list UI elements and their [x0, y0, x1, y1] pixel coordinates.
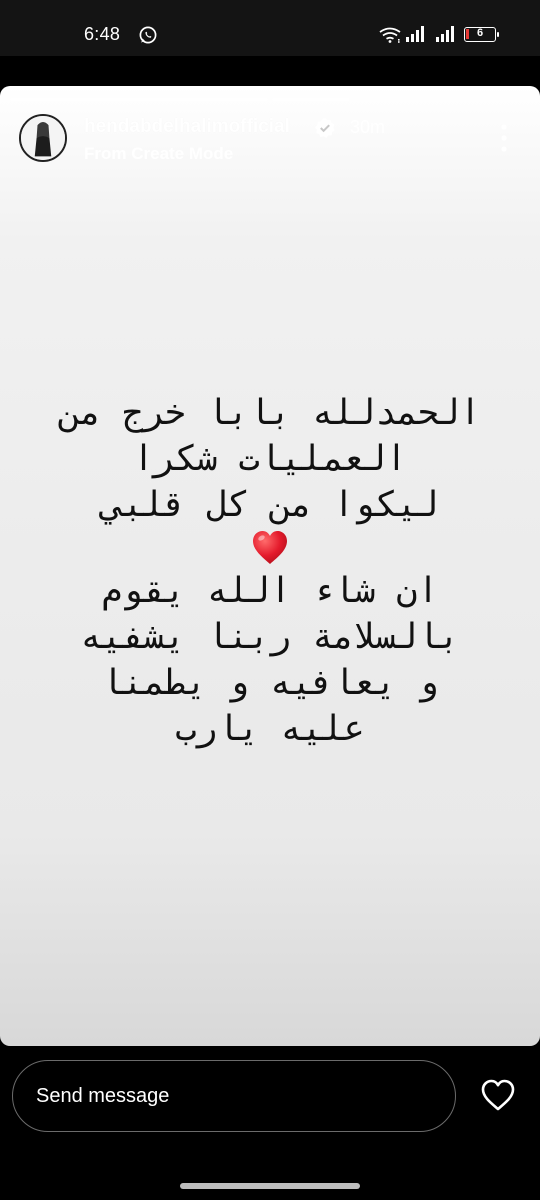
story-progress-fill	[272, 98, 350, 101]
story-screen: 6:48 6 hendabdelhalimofficial 30m From C…	[0, 0, 540, 1200]
more-vertical-icon[interactable]	[494, 122, 514, 154]
heart-outline-icon[interactable]	[480, 1078, 516, 1112]
story-text-line: و يعافيه و يطمنا	[101, 663, 439, 703]
story-text-line: الحمدلله بابا خرج من	[59, 393, 481, 433]
story-text-line: عليه يارب	[175, 709, 365, 749]
send-message-input[interactable]: Send message	[12, 1060, 456, 1132]
story-progress-segment	[10, 98, 268, 101]
home-indicator[interactable]	[180, 1183, 360, 1189]
story-text: الحمدلله بابا خرج من العمليات شكرا ليكوا…	[30, 390, 510, 752]
battery-icon: 6	[464, 27, 499, 42]
verified-badge-icon	[315, 118, 335, 138]
signal-icon	[406, 26, 424, 42]
username[interactable]: hendabdelhalimofficial	[84, 116, 290, 138]
story-subtitle: From Create Mode	[84, 144, 234, 163]
story-card[interactable]: hendabdelhalimofficial 30m From Create M…	[0, 86, 540, 1046]
wifi-icon	[379, 27, 401, 43]
story-progress-segment	[272, 98, 530, 101]
status-bar: 6:48 6	[0, 0, 540, 56]
heart-emoji	[253, 531, 287, 564]
story-time-ago: 30m	[350, 117, 386, 137]
story-text-line: ليكوا من كل قلبي	[101, 485, 439, 525]
battery-level: 6	[476, 27, 484, 39]
send-message-placeholder: Send message	[36, 1084, 170, 1107]
avatar-image	[21, 116, 65, 160]
avatar[interactable]	[19, 114, 67, 162]
signal-icon	[436, 26, 454, 42]
status-time: 6:48	[84, 24, 121, 44]
story-text-line: ان شاء الله يقوم	[101, 571, 439, 611]
story-text-line: بالسلامة ربنا يشفيه	[80, 617, 460, 657]
whatsapp-icon	[139, 26, 157, 44]
story-text-line: العمليات شكرا	[133, 439, 407, 479]
